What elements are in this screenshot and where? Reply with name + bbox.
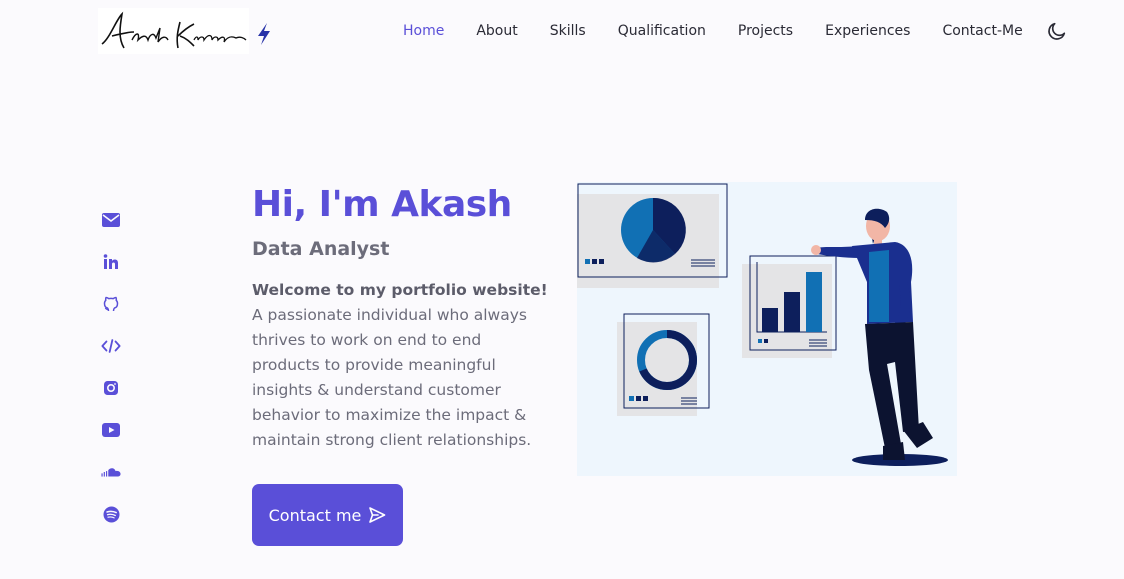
- nav-home[interactable]: Home: [403, 20, 444, 42]
- hero-description: A passionate individual who always thriv…: [252, 306, 532, 449]
- welcome-text: Welcome to my portfolio website!: [252, 281, 548, 299]
- hero-title: Hi, I'm Akash: [252, 184, 512, 225]
- nav-about[interactable]: About: [476, 20, 517, 42]
- moon-icon[interactable]: [1046, 20, 1068, 42]
- contact-me-label: Contact me: [268, 505, 362, 525]
- soundcloud-icon[interactable]: [101, 462, 121, 482]
- lightning-icon: [258, 23, 270, 45]
- nav-qualification[interactable]: Qualification: [618, 20, 706, 42]
- analyst-illustration-svg: [577, 183, 948, 466]
- site-logo[interactable]: [98, 8, 249, 54]
- linkedin-icon[interactable]: [101, 252, 121, 272]
- code-icon[interactable]: [101, 336, 121, 356]
- social-links: [101, 210, 123, 546]
- youtube-icon[interactable]: [101, 420, 121, 440]
- nav-projects[interactable]: Projects: [738, 20, 793, 42]
- contact-me-button[interactable]: Contact me: [252, 484, 403, 546]
- hero-subtitle: Data Analyst: [252, 238, 390, 260]
- nav-skills[interactable]: Skills: [550, 20, 586, 42]
- github-icon[interactable]: [101, 294, 121, 314]
- mail-icon[interactable]: [101, 210, 121, 230]
- site-header: Home About Skills Qualification Projects…: [0, 0, 1124, 62]
- nav-experiences[interactable]: Experiences: [825, 20, 910, 42]
- hero-description-block: Welcome to my portfolio website! A passi…: [252, 278, 552, 453]
- data-analyst-illustration: [577, 182, 957, 476]
- nav-contact-me[interactable]: Contact-Me: [942, 20, 1022, 42]
- instagram-icon[interactable]: [101, 378, 121, 398]
- send-icon: [368, 506, 386, 524]
- spotify-icon[interactable]: [101, 504, 121, 524]
- main-nav: Home About Skills Qualification Projects…: [403, 20, 1055, 42]
- signature-logo: [101, 11, 247, 49]
